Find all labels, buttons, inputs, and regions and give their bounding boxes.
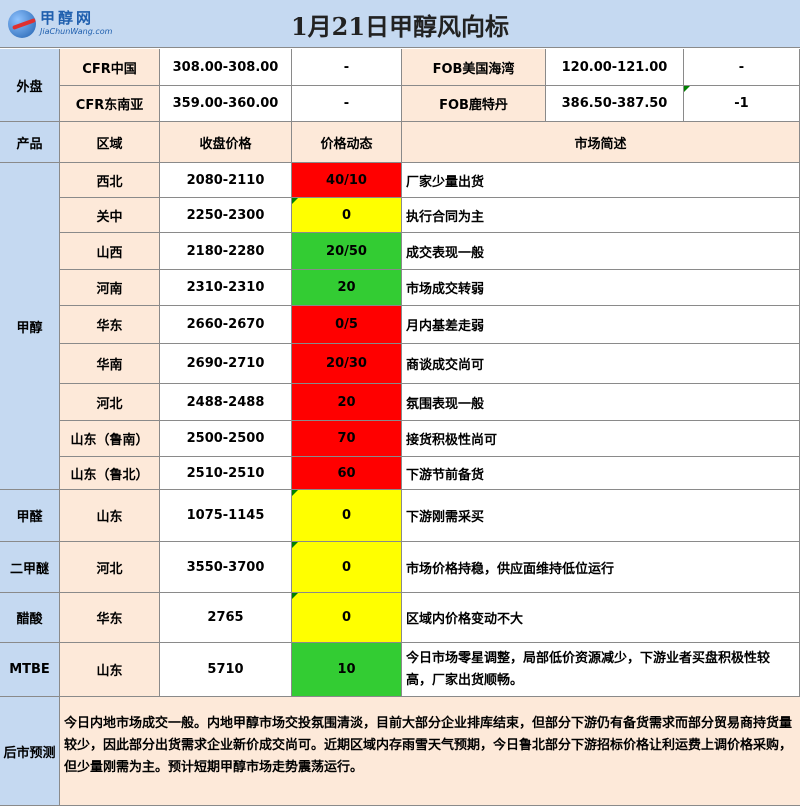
row-region: 山西 [60, 233, 160, 270]
external-price: 359.00-360.00 [160, 86, 292, 122]
row-change: 60 [292, 457, 402, 490]
row-region: 河北 [60, 542, 160, 593]
row-price: 2180-2280 [160, 233, 292, 270]
row-summary: 接货积极性尚可 [402, 421, 800, 457]
row-summary: 区域内价格变动不大 [402, 593, 800, 643]
row-summary: 氛围表现一般 [402, 384, 800, 421]
row-change: 70 [292, 421, 402, 457]
row-price: 2080-2110 [160, 163, 292, 198]
product-mtbe: MTBE [0, 643, 60, 697]
row-region: 关中 [60, 198, 160, 233]
row-change: 20 [292, 384, 402, 421]
row-summary: 下游刚需采买 [402, 490, 800, 542]
row-region: 华南 [60, 344, 160, 384]
row-price: 5710 [160, 643, 292, 697]
row-price: 2765 [160, 593, 292, 643]
external-price: 120.00-121.00 [546, 49, 684, 86]
row-price: 1075-1145 [160, 490, 292, 542]
external-change: -1 [684, 86, 800, 122]
row-region: 华东 [60, 306, 160, 344]
external-price: 308.00-308.00 [160, 49, 292, 86]
row-change: 20 [292, 270, 402, 306]
row-summary: 市场成交转弱 [402, 270, 800, 306]
header-change: 价格动态 [292, 122, 402, 163]
row-summary: 下游节前备货 [402, 457, 800, 490]
row-change: 0 [292, 198, 402, 233]
row-region: 华东 [60, 593, 160, 643]
external-change: - [292, 49, 402, 86]
row-region: 山东（鲁南） [60, 421, 160, 457]
row-change: 20/50 [292, 233, 402, 270]
row-price: 2500-2500 [160, 421, 292, 457]
row-change: 0 [292, 542, 402, 593]
row-price: 2510-2510 [160, 457, 292, 490]
external-name: FOB鹿特丹 [402, 86, 546, 122]
external-name: FOB美国海湾 [402, 49, 546, 86]
row-change: 20/30 [292, 344, 402, 384]
row-region: 西北 [60, 163, 160, 198]
price-sheet: 甲醇网 JiaChunWang.com 1月21日甲醇风向标 外盘 CFR中国 … [0, 0, 800, 806]
row-summary: 商谈成交尚可 [402, 344, 800, 384]
row-summary: 市场价格持稳，供应面维持低位运行 [402, 542, 800, 593]
row-price: 2488-2488 [160, 384, 292, 421]
row-region: 山东（鲁北） [60, 457, 160, 490]
row-price: 2690-2710 [160, 344, 292, 384]
external-change: - [684, 49, 800, 86]
forecast-label: 后市预测 [0, 697, 60, 806]
product-formaldehyde: 甲醛 [0, 490, 60, 542]
row-change: 0 [292, 490, 402, 542]
row-price: 3550-3700 [160, 542, 292, 593]
external-price: 386.50-387.50 [546, 86, 684, 122]
header-price: 收盘价格 [160, 122, 292, 163]
row-change: 10 [292, 643, 402, 697]
row-summary: 今日市场零星调整，局部低价资源减少，下游业者买盘积极性较高，厂家出货顺畅。 [402, 643, 800, 697]
row-price: 2660-2670 [160, 306, 292, 344]
row-region: 河北 [60, 384, 160, 421]
row-change: 40/10 [292, 163, 402, 198]
header-product: 产品 [0, 122, 60, 163]
header-region: 区域 [60, 122, 160, 163]
product-methanol: 甲醇 [0, 163, 60, 490]
row-region: 河南 [60, 270, 160, 306]
row-price: 2310-2310 [160, 270, 292, 306]
product-dme: 二甲醚 [0, 542, 60, 593]
external-label: 外盘 [0, 49, 60, 122]
external-change: - [292, 86, 402, 122]
row-change: 0 [292, 593, 402, 643]
forecast-text: 今日内地市场成交一般。内地甲醇市场交投氛围清淡，目前大部分企业排库结束，但部分下… [60, 697, 800, 806]
row-region: 山东 [60, 490, 160, 542]
product-acetic: 醋酸 [0, 593, 60, 643]
row-summary: 执行合同为主 [402, 198, 800, 233]
row-summary: 厂家少量出货 [402, 163, 800, 198]
external-name: CFR东南亚 [60, 86, 160, 122]
row-change: 0/5 [292, 306, 402, 344]
header-summary: 市场简述 [402, 122, 800, 163]
page-title: 1月21日甲醇风向标 [290, 11, 510, 41]
row-summary: 月内基差走弱 [402, 306, 800, 344]
row-price: 2250-2300 [160, 198, 292, 233]
external-name: CFR中国 [60, 49, 160, 86]
row-summary: 成交表现一般 [402, 233, 800, 270]
row-region: 山东 [60, 643, 160, 697]
